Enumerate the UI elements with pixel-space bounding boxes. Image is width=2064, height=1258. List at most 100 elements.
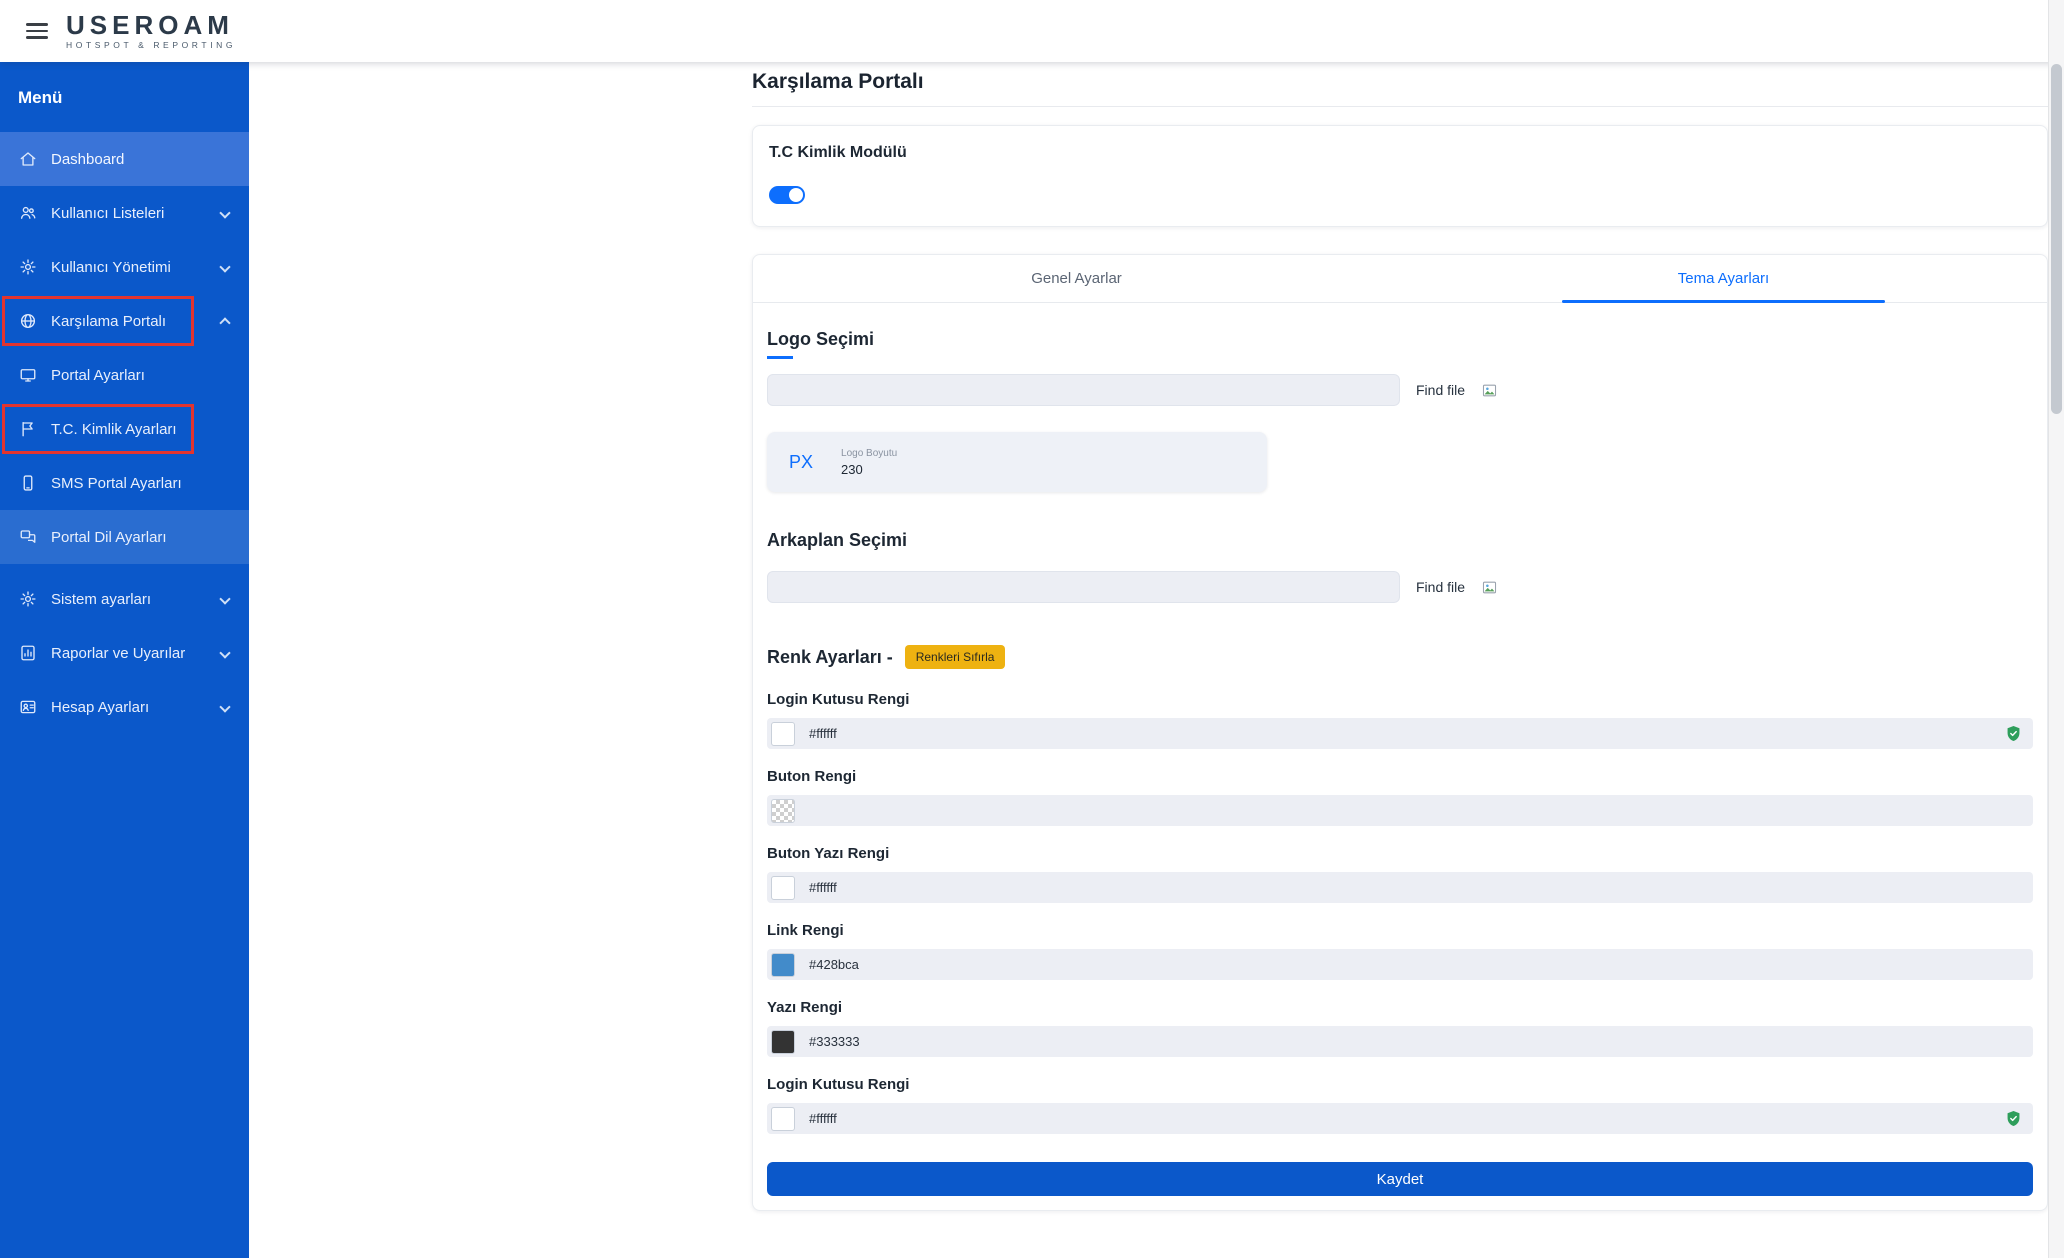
tc-kimlik-module-card: T.C Kimlik Modülü (752, 125, 2048, 227)
logo-size-value[interactable]: 230 (841, 462, 897, 477)
home-icon (18, 149, 38, 169)
page-title: Karşılama Portalı (752, 70, 2048, 107)
color-field-label: Buton Rengi (767, 768, 857, 785)
gear-icon (18, 589, 38, 609)
broken-image-icon (1481, 579, 1498, 596)
sidebar-item-sms-portal-ayarlari[interactable]: SMS Portal Ayarları (0, 456, 249, 510)
color-field-yazi-rengi: Yazı Rengi #333333 (767, 999, 2033, 1057)
globe-icon (18, 311, 38, 331)
sidebar-item-label: Sistem ayarları (51, 590, 152, 608)
account-icon (18, 697, 38, 717)
color-swatch[interactable] (771, 875, 795, 900)
monitor-icon (18, 365, 38, 385)
broken-image-icon (1481, 382, 1498, 399)
color-hex-value: #ffffff (809, 726, 837, 741)
color-input-row[interactable]: #ffffff (767, 1103, 2033, 1134)
background-section-title: Arkaplan Seçimi (767, 530, 908, 550)
color-input-row[interactable]: #428bca (767, 949, 2033, 980)
brand-name: USEROAM (66, 10, 234, 40)
sidebar-item-portal-dil-ayarlari[interactable]: Portal Dil Ayarları (0, 510, 249, 564)
reset-colors-button[interactable]: Renkleri Sıfırla (904, 645, 1006, 669)
color-field-label: Link Rengi (767, 922, 844, 939)
color-hex-value: #ffffff (809, 1111, 837, 1126)
menu-icon[interactable] (26, 23, 48, 39)
background-find-file-button[interactable]: Find file (1416, 579, 1465, 595)
color-hex-value: #ffffff (809, 880, 837, 895)
color-input-row[interactable] (767, 795, 2033, 826)
color-swatch-transparent[interactable] (771, 798, 795, 823)
sidebar-item-sistem-ayarlari[interactable]: Sistem ayarları (0, 572, 249, 626)
sidebar-item-dashboard[interactable]: Dashboard (0, 132, 249, 186)
color-swatch[interactable] (771, 721, 795, 746)
sidebar-item-kullanici-listeleri[interactable]: Kullanıcı Listeleri (0, 186, 249, 240)
language-icon (18, 527, 38, 547)
sidebar-item-label: Dashboard (51, 150, 125, 168)
brand-logo: USEROAM HOTSPOT & REPORTING (66, 12, 236, 50)
sidebar-item-label: T.C. Kimlik Ayarları (51, 420, 177, 438)
report-icon (18, 643, 38, 663)
sidebar-item-label: Raporlar ve Uyarılar (51, 644, 186, 662)
chevron-down-icon (219, 207, 231, 219)
brand-tagline: HOTSPOT & REPORTING (66, 40, 237, 50)
flag-icon (18, 419, 38, 439)
save-button[interactable]: Kaydet (767, 1162, 2033, 1196)
color-field-login-kutusu-rengi-2: Login Kutusu Rengi #ffffff (767, 1076, 2033, 1134)
sidebar-item-hesap-ayarlari[interactable]: Hesap Ayarları (0, 680, 249, 734)
sidebar-item-label: Portal Dil Ayarları (51, 528, 167, 546)
color-field-label: Yazı Rengi (767, 999, 843, 1016)
logo-file-input[interactable] (767, 374, 1400, 406)
color-field-link-rengi: Link Rengi #428bca (767, 922, 2033, 980)
sidebar-menu-label: Menü (18, 88, 63, 107)
color-swatch[interactable] (771, 1029, 795, 1054)
sidebar-item-tc-kimlik-ayarlari[interactable]: T.C. Kimlik Ayarları (0, 402, 249, 456)
chevron-down-icon (219, 261, 231, 273)
color-field-buton-yazi-rengi: Buton Yazı Rengi #ffffff (767, 845, 2033, 903)
background-file-input[interactable] (767, 571, 1400, 603)
tab-genel-ayarlar[interactable]: Genel Ayarlar (753, 255, 1400, 302)
logo-find-file-button[interactable]: Find file (1416, 382, 1465, 398)
chevron-down-icon (219, 701, 231, 713)
color-swatch[interactable] (771, 1106, 795, 1131)
colors-section-header: Renk Ayarları - Renkleri Sıfırla (767, 645, 2033, 669)
sidebar-item-label: SMS Portal Ayarları (51, 474, 182, 492)
shield-check-icon (2004, 1109, 2023, 1128)
module-card-title: T.C Kimlik Modülü (769, 144, 907, 161)
chevron-down-icon (219, 593, 231, 605)
color-field-login-kutusu-rengi: Login Kutusu Rengi #ffffff (767, 691, 2033, 749)
sidebar-item-raporlar-ve-uyarilar[interactable]: Raporlar ve Uyarılar (0, 626, 249, 680)
color-field-buton-rengi: Buton Rengi (767, 768, 2033, 826)
logo-size-unit: PX (789, 451, 814, 472)
color-hex-value: #428bca (809, 957, 859, 972)
logo-size-label: Logo Boyutu (841, 447, 898, 459)
sidebar-item-label: Portal Ayarları (51, 366, 145, 384)
sidebar-item-label: Kullanıcı Yönetimi (51, 258, 171, 276)
sidebar-item-label: Kullanıcı Listeleri (51, 204, 165, 222)
background-file-row: Find file (767, 571, 2033, 603)
logo-section-title: Logo Seçimi (767, 329, 875, 359)
tab-tema-ayarlari[interactable]: Tema Ayarları (1400, 255, 2047, 303)
color-input-row[interactable]: #ffffff (767, 872, 2033, 903)
chevron-down-icon (219, 647, 231, 659)
main-content: Karşılama Portalı T.C Kimlik Modülü Gene… (249, 62, 2048, 1258)
sidebar-item-portal-ayarlari[interactable]: Portal Ayarları (0, 348, 249, 402)
color-input-row[interactable]: #ffffff (767, 718, 2033, 749)
theme-settings-card: Genel Ayarlar Tema Ayarları Logo Seçimi … (752, 254, 2048, 1211)
color-field-label: Buton Yazı Rengi (767, 845, 890, 862)
sidebar-item-karsilama-portali[interactable]: Karşılama Portalı (0, 294, 249, 348)
app-window: USEROAM HOTSPOT & REPORTING Menü Dashboa… (0, 0, 2064, 1258)
color-input-row[interactable]: #333333 (767, 1026, 2033, 1057)
chevron-up-icon (219, 317, 231, 329)
scrollbar-thumb[interactable] (2051, 64, 2062, 414)
logo-file-row: Find file (767, 374, 2033, 406)
shield-check-icon (2004, 724, 2023, 743)
sidebar-item-kullanici-yonetimi[interactable]: Kullanıcı Yönetimi (0, 240, 249, 294)
color-hex-value: #333333 (809, 1034, 860, 1049)
sidebar-item-label: Karşılama Portalı (51, 312, 167, 330)
vertical-scrollbar[interactable] (2048, 0, 2064, 1258)
phone-icon (18, 473, 38, 493)
colors-section-title: Renk Ayarları - (767, 646, 893, 667)
tc-kimlik-toggle[interactable] (769, 186, 805, 204)
toggle-knob (789, 188, 803, 202)
color-swatch[interactable] (771, 952, 795, 977)
color-field-label: Login Kutusu Rengi (767, 691, 910, 708)
